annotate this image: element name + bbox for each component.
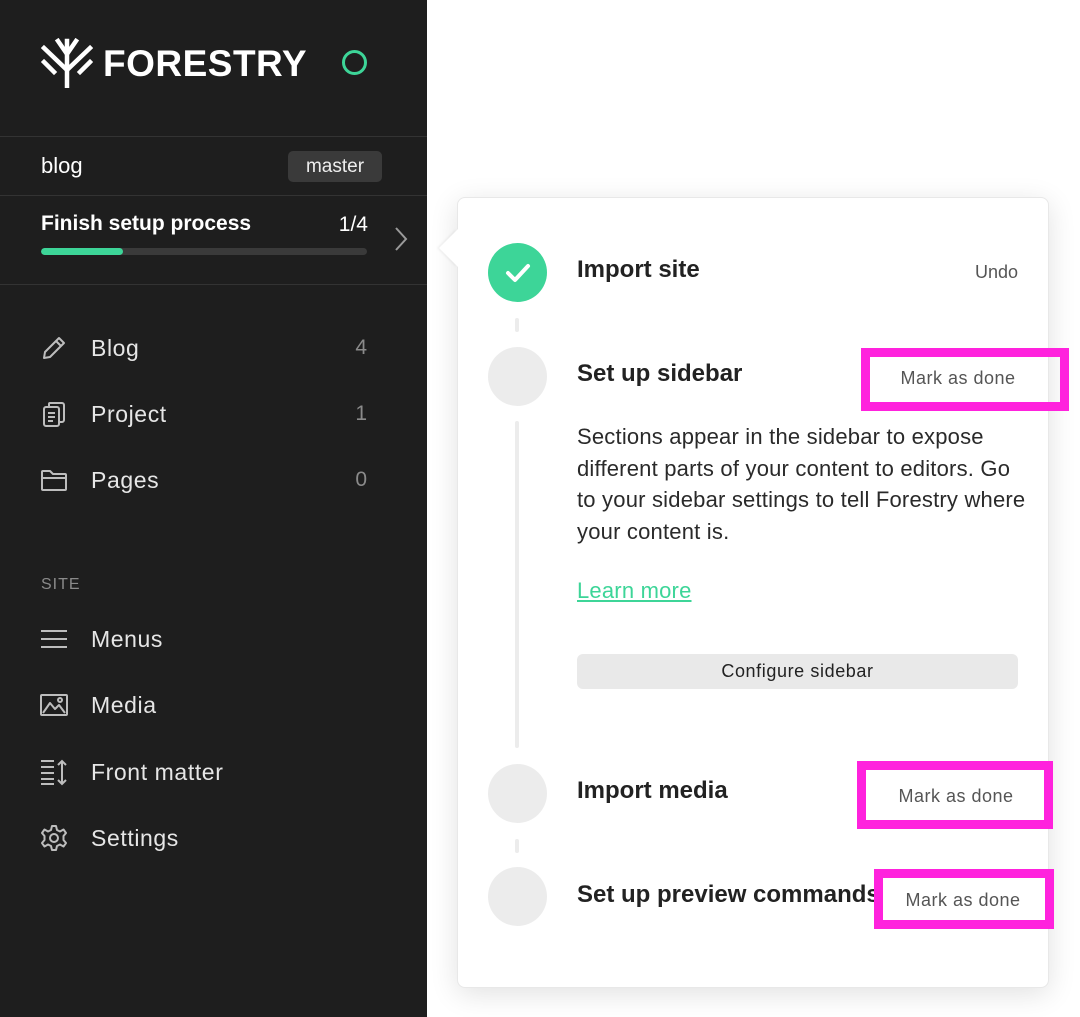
configure-sidebar-button[interactable]: Configure sidebar [577,654,1018,689]
front-matter-icon [40,758,68,786]
step-connector [515,318,519,332]
tree-logo-icon [41,38,93,88]
sidebar-item-count: 0 [355,468,367,491]
sidebar-item-label: Settings [91,824,179,851]
folder-icon [40,466,68,494]
setup-title: Finish setup process [41,212,252,235]
step-pending-indicator [488,867,547,926]
checkmark-icon [505,263,530,282]
brand-name: FORESTRY [103,42,308,84]
sidebar-item-label: Pages [91,466,160,493]
sidebar-item-label: Front matter [91,758,224,785]
divider [0,284,427,285]
branch-badge[interactable]: master [288,151,382,182]
step-pending-indicator [488,347,547,406]
sidebar-item-label: Blog [91,334,140,361]
sidebar-item-front-matter[interactable]: Front matter [0,748,427,796]
step-title-set-up-preview-commands: Set up preview commands [577,881,880,908]
step-title-import-media: Import media [577,777,728,804]
pencil-icon [40,334,68,362]
learn-more-link[interactable]: Learn more [577,578,692,604]
step-pending-indicator [488,764,547,823]
popover-arrow [439,229,458,267]
setup-count: 1/4 [338,213,368,236]
divider [0,136,427,137]
image-icon [40,691,68,719]
step-title-import-site: Import site [577,256,700,283]
sidebar-item-menus[interactable]: Menus [0,615,427,663]
sidebar-item-count: 1 [355,402,367,425]
gear-icon [40,824,68,852]
site-name: blog [41,153,83,178]
sidebar-item-media[interactable]: Media [0,681,427,729]
step-connector [515,839,519,853]
sidebar-item-label: Media [91,691,157,718]
setup-progress-fill [41,248,123,255]
menu-icon [40,625,68,653]
sidebar: FORESTRY blog master Finish setup proces… [0,0,427,1017]
sidebar-item-count: 4 [355,336,367,359]
mark-as-done-button[interactable]: Mark as done [876,362,1040,394]
connection-status-icon [342,50,367,75]
sidebar-item-project[interactable]: Project 1 [0,390,427,438]
sidebar-item-settings[interactable]: Settings [0,814,427,862]
section-label-site: SITE [41,576,81,593]
sidebar-item-pages[interactable]: Pages 0 [0,456,427,504]
sidebar-item-label: Menus [91,625,164,652]
undo-button[interactable]: Undo [960,262,1018,283]
step-title-set-up-sidebar: Set up sidebar [577,360,743,387]
documents-icon [40,400,68,428]
sidebar-item-label: Project [91,400,167,427]
step-connector [515,421,519,748]
mark-as-done-button[interactable]: Mark as done [887,884,1039,916]
mark-as-done-button[interactable]: Mark as done [872,778,1040,814]
sidebar-item-blog[interactable]: Blog 4 [0,324,427,372]
forestry-logo[interactable]: FORESTRY [41,38,307,88]
step-description: Sections appear in the sidebar to expose… [577,424,1026,544]
chevron-right-icon[interactable] [393,226,409,252]
step-complete-indicator [488,243,547,302]
setup-progress-panel[interactable]: Finish setup process 1/4 [0,196,427,285]
setup-progress-bar [41,248,367,255]
